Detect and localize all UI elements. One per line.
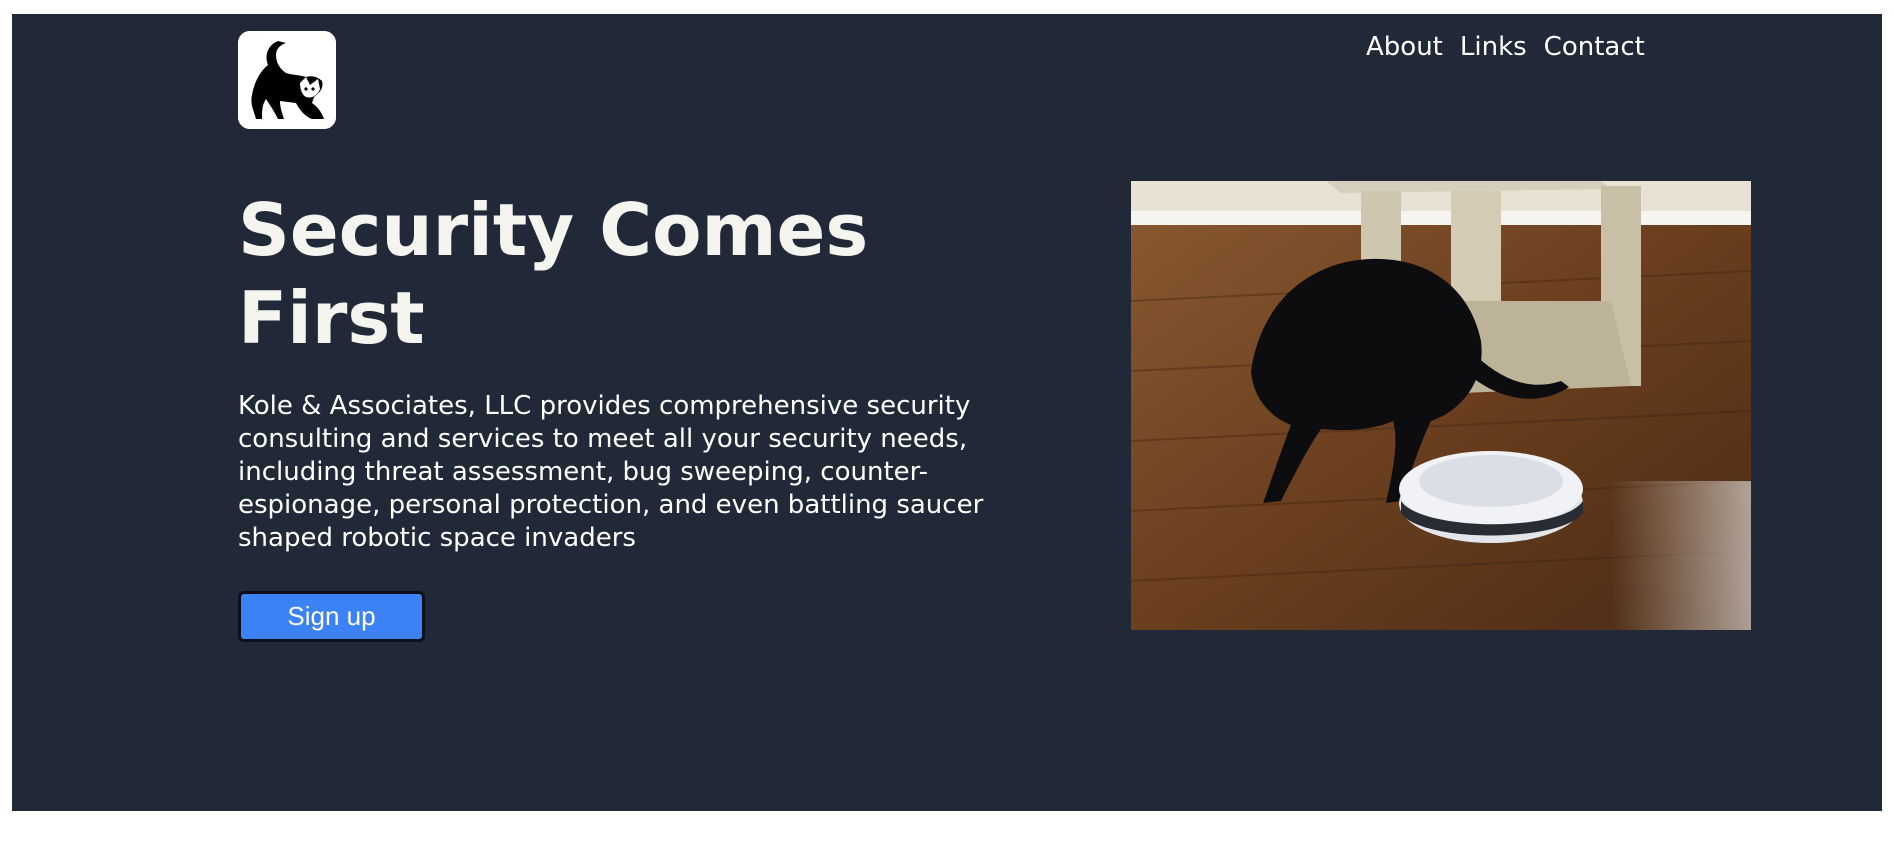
cat-logo-icon[interactable] [238, 31, 336, 129]
nav-link-links[interactable]: Links [1460, 32, 1527, 63]
hero-title: Security Comes First [238, 188, 869, 360]
main-nav: About Links Contact [1366, 32, 1645, 63]
nav-link-contact[interactable]: Contact [1544, 32, 1645, 63]
hero-section: About Links Contact Security Comes First… [12, 14, 1882, 811]
nav-link-about[interactable]: About [1366, 32, 1443, 63]
hero-description: Kole & Associates, LLC provides comprehe… [238, 391, 984, 553]
hero-photo [1131, 181, 1751, 630]
sign-up-button[interactable]: Sign up [238, 591, 425, 642]
